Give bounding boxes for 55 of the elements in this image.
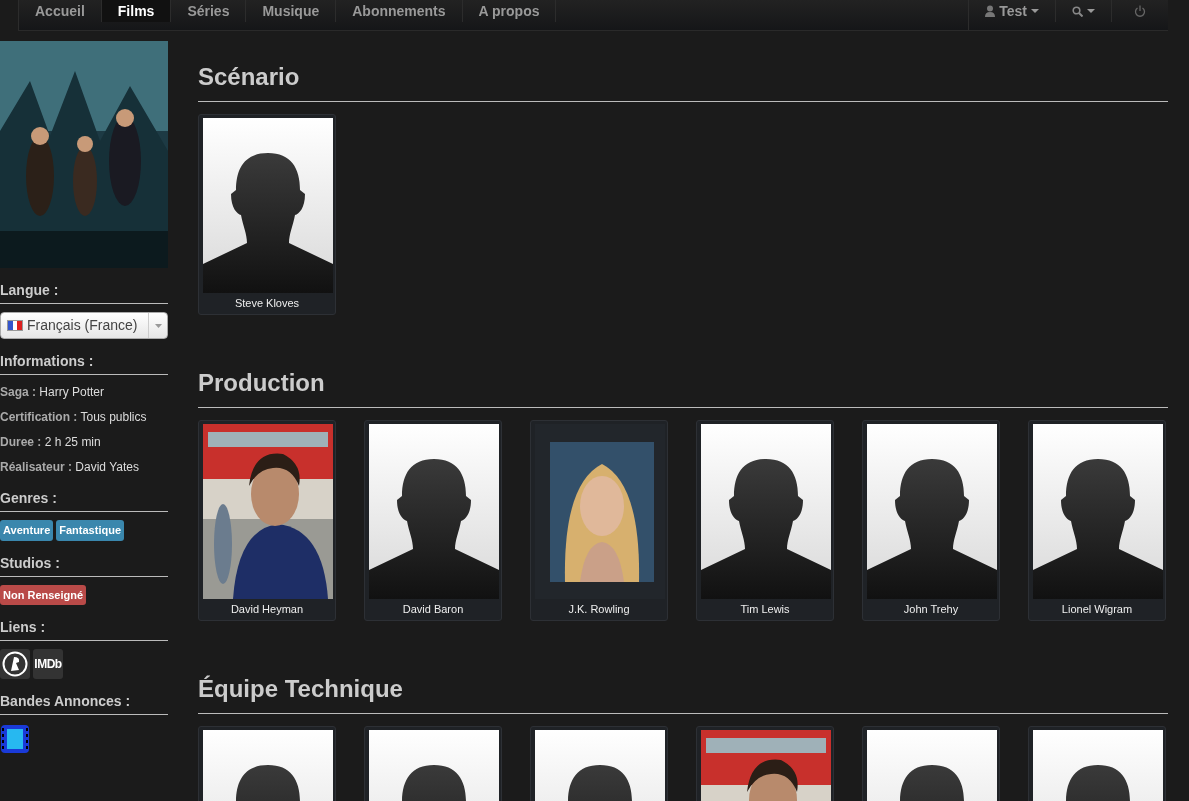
section-heading: Studios :: [0, 552, 168, 577]
section-heading: Liens :: [0, 617, 168, 641]
person-card[interactable]: Tim Lewis: [696, 420, 834, 621]
person-name: David Heyman: [229, 602, 305, 616]
user-menu[interactable]: Test: [969, 0, 1056, 22]
section-heading: Langue :: [0, 280, 168, 304]
caret-icon: [1031, 8, 1039, 14]
person-card[interactable]: John Trehy: [862, 420, 1000, 621]
person-card[interactable]: David Baron: [364, 420, 502, 621]
section-heading: Genres :: [0, 488, 168, 512]
person-name: Lionel Wigram: [1060, 602, 1134, 616]
nav-tab[interactable]: Accueil: [19, 0, 102, 22]
info-line: Duree : 2 h 25 min: [0, 434, 102, 451]
silhouette-icon: [701, 424, 831, 599]
caret-icon: [1087, 8, 1095, 14]
nav-tab[interactable]: Musique: [246, 0, 337, 22]
imdb-link[interactable]: IMDb: [33, 649, 63, 679]
person-card[interactable]: David Heyman: [198, 420, 336, 621]
info-line: Saga : Harry Potter: [0, 384, 106, 401]
silhouette-icon: [1033, 424, 1163, 599]
caret-icon: [154, 323, 162, 328]
search-icon: [1072, 5, 1083, 17]
person-card[interactable]: Lionel Wigram: [1028, 420, 1166, 621]
section-heading: Bandes Annonces :: [0, 691, 168, 715]
person-name: Tim Lewis: [739, 602, 791, 616]
nav-tab[interactable]: Films: [101, 0, 172, 22]
tag: Aventure: [0, 520, 54, 541]
flag-icon: [7, 320, 23, 331]
film-icon[interactable]: [0, 723, 30, 755]
person-name: J.K. Rowling: [567, 602, 631, 616]
person-name: David Baron: [401, 602, 465, 616]
section-title: Équipe Technique: [198, 671, 1168, 714]
user-icon: [985, 5, 996, 17]
nav-tab[interactable]: A propos: [462, 0, 557, 22]
info-line: Réalisateur : David Yates: [0, 459, 140, 476]
person-card[interactable]: J.K. Rowling: [530, 420, 668, 621]
language-select[interactable]: Français (France): [0, 312, 168, 339]
section-title: Production: [198, 365, 1168, 408]
person-card[interactable]: Steve Kloves: [198, 114, 336, 315]
section-title: Scénario: [198, 59, 1168, 102]
tag: Non Renseigné: [0, 584, 87, 605]
silhouette-icon: [203, 118, 333, 293]
tag: Fantastique: [56, 520, 124, 541]
language-value: Français (France): [27, 316, 138, 335]
info-line: Certification : Tous publics: [0, 409, 148, 426]
nav-tab[interactable]: Séries: [171, 0, 247, 22]
power-icon: [1134, 5, 1146, 17]
nav-tab[interactable]: Abonnements: [336, 0, 463, 22]
silhouette-icon: [369, 424, 499, 599]
person-name: John Trehy: [902, 602, 960, 616]
section-heading: Informations :: [0, 351, 168, 375]
logo-icon: [2, 651, 28, 677]
link-button[interactable]: [0, 649, 30, 679]
person-name: Steve Kloves: [233, 296, 301, 310]
silhouette-icon: [867, 424, 997, 599]
